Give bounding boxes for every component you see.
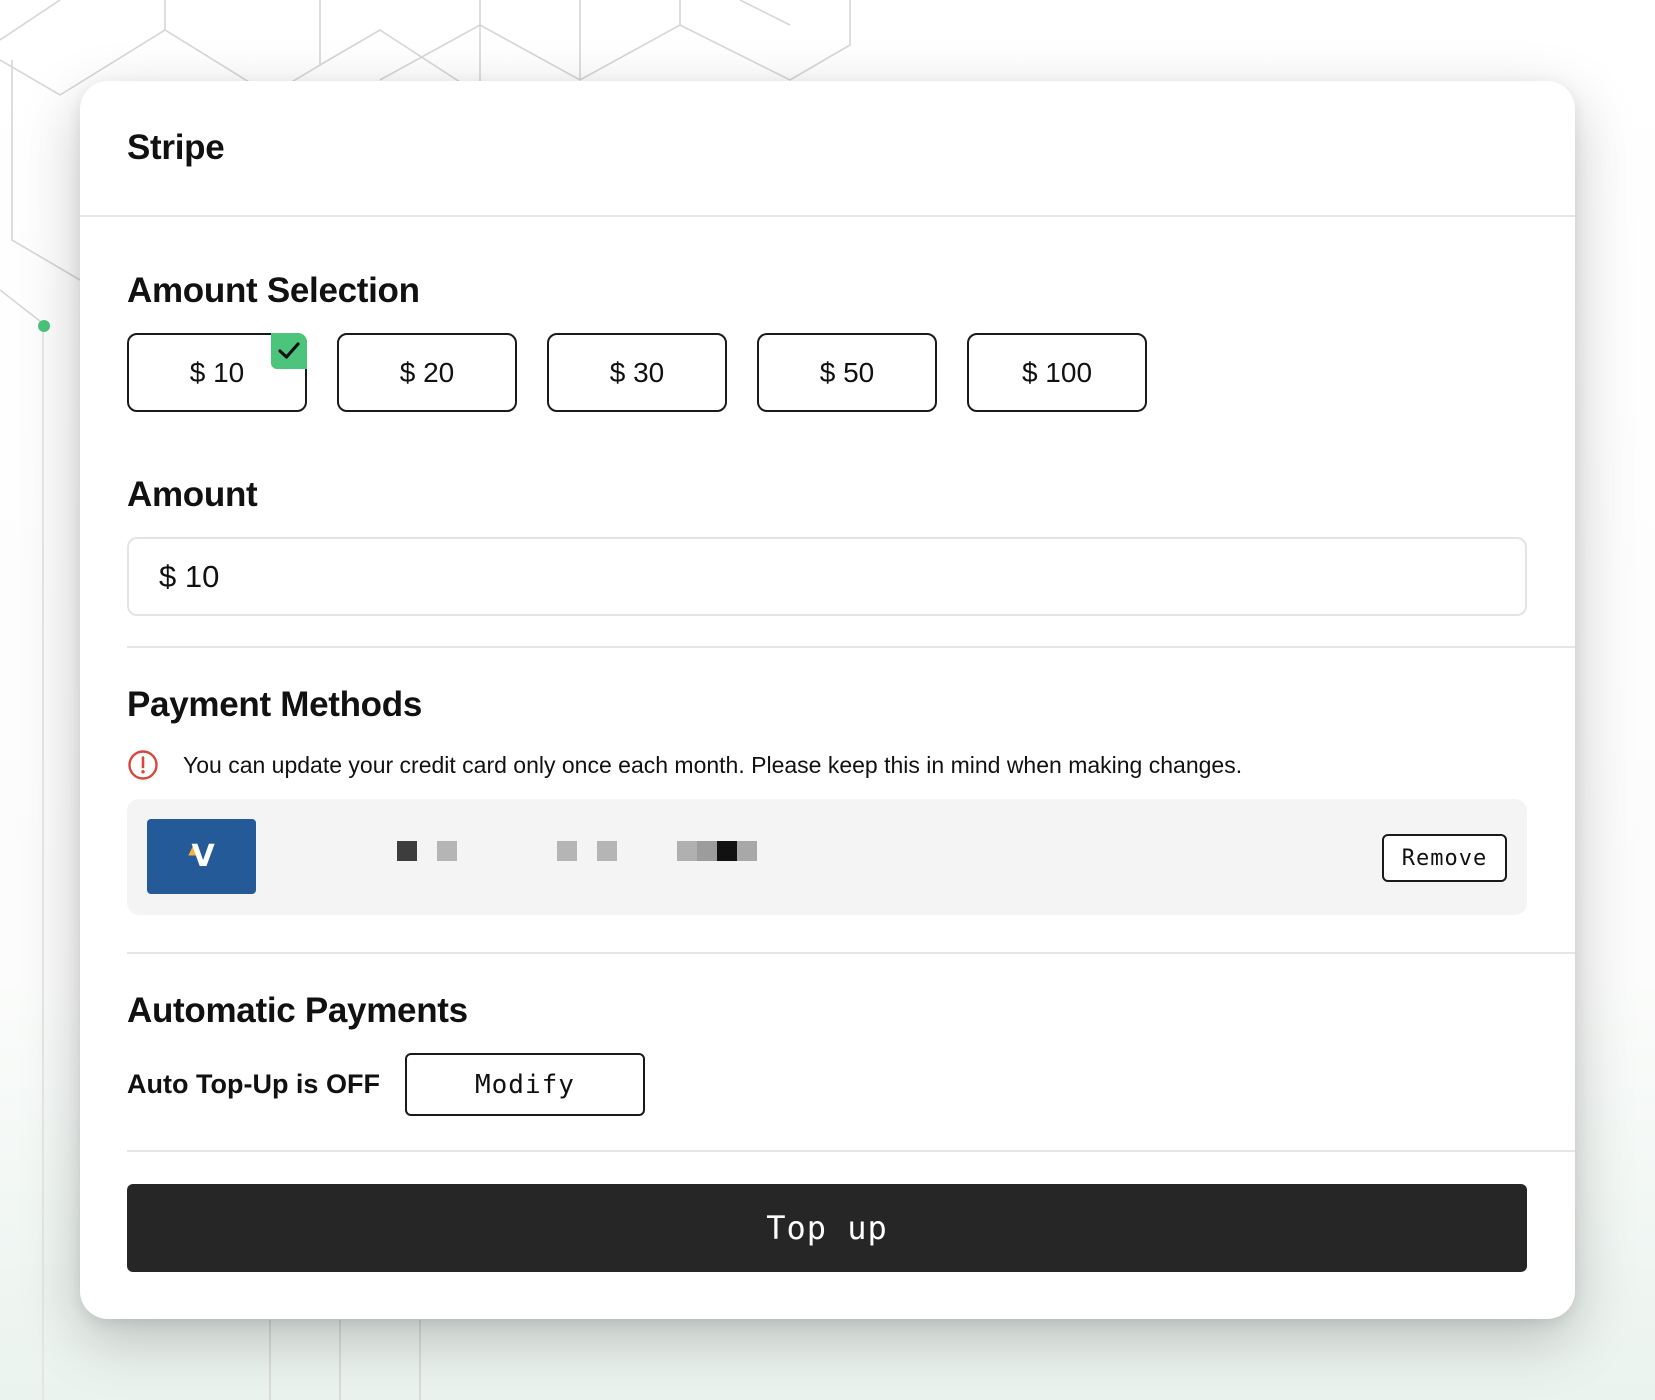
- payment-methods-title: Payment Methods: [127, 685, 422, 724]
- auto-topup-row: Auto Top-Up is OFF Modify: [127, 1053, 1575, 1116]
- amount-options: $ 10 $ 20 $ 30 $ 50 $ 100: [127, 333, 1575, 412]
- visa-card-icon: ▲ V: [147, 819, 256, 894]
- amount-option-50[interactable]: $ 50: [757, 333, 937, 412]
- divider: [127, 952, 1575, 954]
- amount-selection-title: Amount Selection: [127, 271, 420, 310]
- top-up-button[interactable]: Top up: [127, 1184, 1527, 1272]
- card-header: Stripe: [80, 81, 1575, 217]
- amount-input[interactable]: $ 10: [127, 537, 1527, 616]
- notice-text: You can update your credit card only onc…: [183, 751, 1243, 778]
- amount-option-label: $ 100: [1021, 356, 1093, 388]
- saved-card-row: ▲ V Remove: [127, 799, 1527, 915]
- modify-button[interactable]: Modify: [404, 1053, 645, 1116]
- card-update-notice: You can update your credit card only onc…: [127, 749, 1575, 781]
- divider: [127, 1150, 1575, 1152]
- amount-selection-section: Amount Selection $ 10 $ 20 $ 30 $ 50 $ 1…: [127, 271, 1575, 412]
- divider: [127, 646, 1575, 648]
- stripe-topup-card: Stripe Amount Selection $ 10 $ 20 $ 30 $…: [80, 81, 1575, 1319]
- amount-section: Amount $ 10: [127, 475, 1575, 616]
- amount-option-30[interactable]: $ 30: [547, 333, 727, 412]
- amount-title: Amount: [127, 475, 258, 514]
- auto-topup-status: Auto Top-Up is OFF: [127, 1069, 380, 1099]
- amount-option-100[interactable]: $ 100: [967, 333, 1147, 412]
- card-logo-letter: V: [191, 839, 215, 874]
- amount-option-label: $ 50: [819, 356, 875, 388]
- automatic-payments-title: Automatic Payments: [127, 991, 468, 1030]
- amount-option-label: $ 10: [189, 356, 245, 388]
- amount-option-10[interactable]: $ 10: [127, 333, 307, 412]
- check-icon: [271, 333, 307, 369]
- card-title: Stripe: [127, 128, 225, 167]
- automatic-payments-section: Automatic Payments Auto Top-Up is OFF Mo…: [127, 991, 1575, 1116]
- exclamation-circle-icon: [128, 750, 158, 780]
- payment-methods-section: Payment Methods You can update your cred…: [127, 685, 1575, 915]
- amount-option-label: $ 30: [609, 356, 665, 388]
- remove-card-button[interactable]: Remove: [1382, 834, 1507, 882]
- masked-card-number: [397, 841, 757, 861]
- amount-option-20[interactable]: $ 20: [337, 333, 517, 412]
- amount-option-label: $ 20: [399, 356, 455, 388]
